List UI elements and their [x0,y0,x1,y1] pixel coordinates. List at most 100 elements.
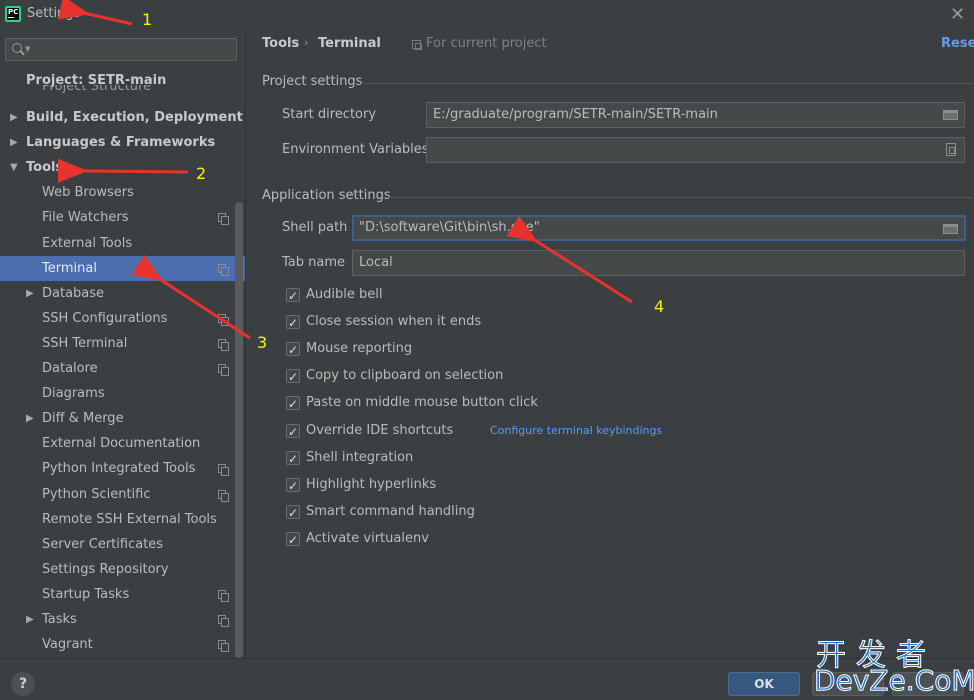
sidebar-item-diff-merge[interactable]: ▶ Diff & Merge [0,406,245,431]
sidebar-item-label: Diagrams [42,386,105,402]
sidebar-item-build-execution-deployment[interactable]: ▶ Build, Execution, Deployment [0,105,245,130]
sidebar-item-server-certificates[interactable]: Server Certificates [0,532,245,557]
sidebar-item-settings-repository[interactable]: Settings Repository [0,557,245,582]
annotation-number-1: 1 [142,10,153,29]
sidebar-item-label: External Documentation [42,436,201,452]
checkbox-label[interactable]: Shell integration [306,448,413,468]
checkbox[interactable] [286,394,300,414]
project-scope-icon [218,213,229,226]
checkbox-label[interactable]: Smart command handling [306,502,475,522]
annotation-number-4: 4 [654,297,665,316]
sidebar-item-tools[interactable]: ▼ Tools [0,155,245,180]
settings-sidebar: ▼ Project: SETR-main Project Structure ▶… [0,30,245,658]
scope-label: For current project [426,36,547,51]
window-title: Settings [27,6,81,21]
sidebar-item-ssh-configurations[interactable]: SSH Configurations [0,306,245,331]
sidebar-item-label: Diff & Merge [42,411,124,427]
sidebar-item-startup-tasks[interactable]: Startup Tasks [0,582,245,607]
sidebar-scrollbar[interactable] [235,202,243,658]
collapsed-arrow-icon[interactable]: ▶ [26,281,34,306]
start-directory-field[interactable]: E:/graduate/program/SETR-main/SETR-main [426,102,965,128]
checkbox[interactable] [286,449,300,469]
checkbox[interactable] [286,367,300,387]
reset-link[interactable]: Reset [941,36,974,51]
sidebar-item-label: SSH Terminal [42,335,128,351]
sidebar-item-project-structure[interactable]: Project Structure [42,85,151,93]
checkbox[interactable] [286,422,300,442]
sidebar-item-file-watchers[interactable]: File Watchers [0,205,245,230]
annotation-number-3: 3 [257,333,268,352]
tab-name-label: Tab name [282,255,346,270]
annotation-number-2: 2 [196,164,207,183]
sidebar-item-ssh-terminal[interactable]: SSH Terminal [0,331,245,356]
sidebar-item-terminal[interactable]: Terminal [0,255,245,281]
checkbox[interactable] [286,313,300,333]
checkbox[interactable] [286,476,300,496]
checkbox[interactable] [286,340,300,360]
sidebar-item-vagrant[interactable]: Vagrant [0,632,245,657]
env-vars-field[interactable] [426,137,965,163]
watermark-english: DevZe.CoM [814,664,974,698]
sidebar-item-label: Vagrant [42,637,93,653]
pycharm-logo-icon: PC [5,6,21,22]
edit-env-vars-icon[interactable] [946,143,956,156]
sidebar-item-external-documentation[interactable]: External Documentation [0,431,245,456]
checkbox-label[interactable]: Activate virtualenv [306,529,429,549]
sidebar-item-python-scientific[interactable]: Python Scientific [0,482,245,507]
project-settings-title: Project settings [262,74,363,89]
sidebar-item-remote-ssh-external-tools[interactable]: Remote SSH External Tools [0,507,245,532]
checkbox-label[interactable]: Mouse reporting [306,339,412,359]
project-scope-icon [218,589,229,602]
project-scope-icon [218,615,229,627]
checkbox-label[interactable]: Close session when it ends [306,312,481,332]
sidebar-item-label: Startup Tasks [42,586,130,602]
collapsed-arrow-icon[interactable]: ▶ [10,105,18,130]
project-scope-icon [412,40,422,50]
sidebar-item-label: Datalore [42,361,98,376]
sidebar-item-label: External Tools [42,235,133,251]
sidebar-item-datalore[interactable]: Datalore [0,356,245,381]
ok-button[interactable]: OK [728,672,800,696]
help-button[interactable]: ? [11,672,35,696]
checkbox-label[interactable]: Audible bell [306,285,382,305]
project-scope-icon [218,364,229,376]
checkbox[interactable] [286,530,300,550]
expanded-arrow-icon[interactable]: ▼ [10,155,18,180]
shell-path-label: Shell path [282,220,348,235]
checkbox-label[interactable]: Copy to clipboard on selection [306,366,503,386]
sidebar-item-label: Terminal [42,260,97,276]
shell-path-field[interactable]: "D:\software\Git\bin\sh.exe" [352,215,966,241]
chevron-down-icon[interactable]: ▼ [25,45,30,53]
sidebar-item-diagrams[interactable]: Diagrams [0,381,245,406]
breadcrumb-separator: › [304,36,309,49]
sidebar-item-label: Languages & Frameworks [26,135,216,151]
collapsed-arrow-icon[interactable]: ▶ [26,406,34,431]
sidebar-item-label: Server Certificates [42,536,164,552]
breadcrumb-tools[interactable]: Tools [262,36,299,51]
breadcrumb-terminal: Terminal [318,36,381,51]
sidebar-item-python-integrated-tools[interactable]: Python Integrated Tools [0,456,245,481]
tab-name-field[interactable]: Local [352,250,965,276]
folder-browse-icon[interactable] [943,110,958,120]
collapsed-arrow-icon[interactable]: ▶ [26,607,34,632]
checkbox-label[interactable]: Paste on middle mouse button click [306,393,538,413]
configure-keybindings-link[interactable]: Configure terminal keybindings [490,421,662,441]
sidebar-item-label: Tools [26,160,64,176]
settings-search-input[interactable]: ▼ [5,38,237,61]
sidebar-item-external-tools[interactable]: External Tools [0,231,245,256]
sidebar-item-label: Build, Execution, Deployment [26,110,243,125]
checkbox[interactable] [286,503,300,523]
sidebar-item-web-browsers[interactable]: Web Browsers [0,180,245,205]
folder-browse-icon[interactable] [943,224,958,234]
sidebar-item-languages-frameworks[interactable]: ▶ Languages & Frameworks [0,130,245,155]
sidebar-item-label: Settings Repository [42,561,169,577]
close-icon[interactable]: ✕ [950,4,965,25]
checkbox[interactable] [286,286,300,306]
collapsed-arrow-icon[interactable]: ▶ [10,130,18,155]
section-divider [361,83,973,84]
project-scope-icon [218,464,229,477]
sidebar-item-database[interactable]: ▶ Database [0,281,245,306]
checkbox-label[interactable]: Highlight hyperlinks [306,475,436,495]
sidebar-item-tasks[interactable]: ▶ Tasks [0,607,245,632]
checkbox-label[interactable]: Override IDE shortcuts [306,421,453,441]
